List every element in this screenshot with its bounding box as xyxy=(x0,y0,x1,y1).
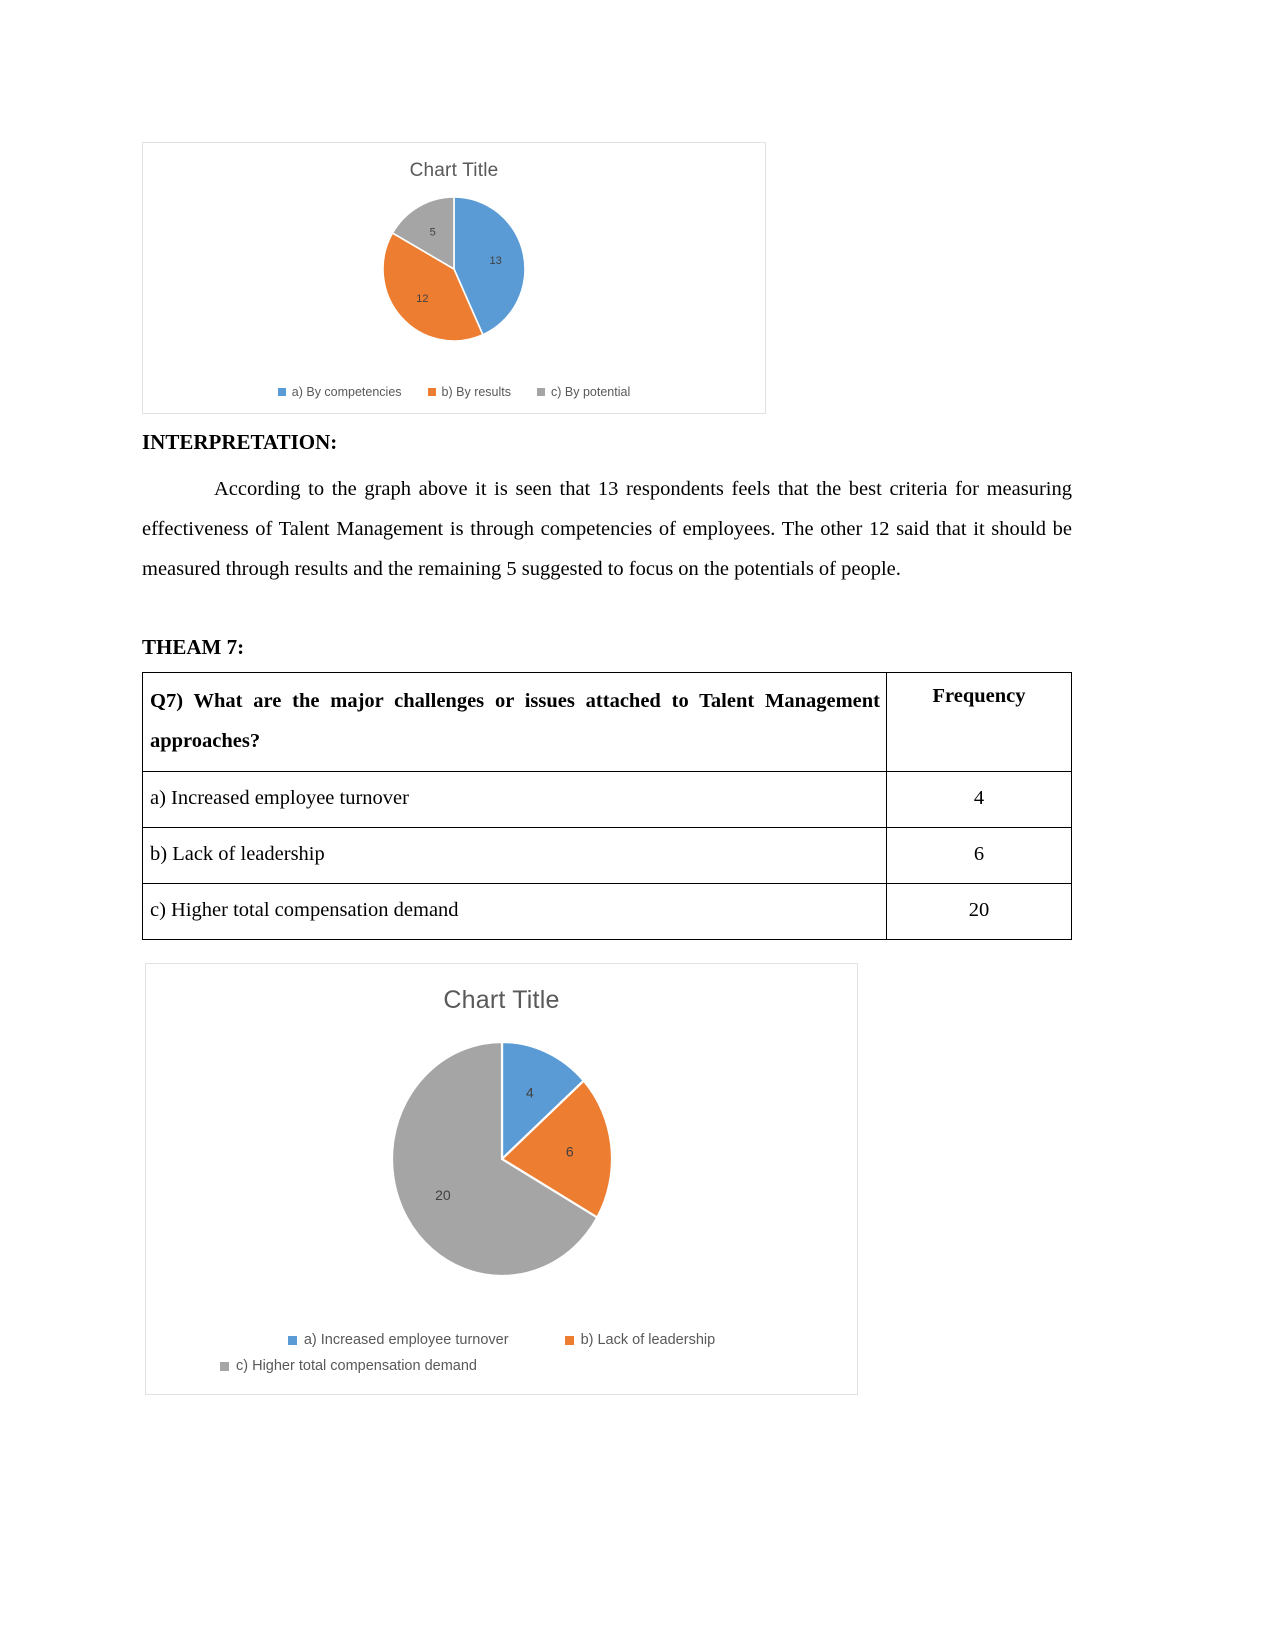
interpretation-heading: INTERPRETATION: xyxy=(142,430,338,454)
pie-slice-label-0: 13 xyxy=(490,255,502,267)
chart-2-pie-graphic: 4 6 20 xyxy=(390,1041,613,1277)
chart-2-title: Chart Title xyxy=(443,986,560,1014)
chart-1-legend-item-b[interactable]: b) By results xyxy=(427,385,512,399)
chart-1-legend-label-c: c) By potential xyxy=(551,385,631,399)
pie-slice-label-2: 20 xyxy=(435,1187,451,1203)
table-question-header: Q7) What are the major challenges or iss… xyxy=(142,672,887,772)
legend-swatch-orange-icon xyxy=(427,388,436,396)
chart-2-legend: a) Increased employee turnover b) Lack o… xyxy=(146,1332,857,1374)
table-frequency-header: Frequency xyxy=(886,672,1072,772)
chart-1-legend-item-a[interactable]: a) By competencies xyxy=(277,385,402,399)
chart-1-pie-graphic: 13 12 5 xyxy=(382,196,526,342)
interpretation-paragraph: According to the graph above it is seen … xyxy=(142,478,1072,580)
pie-slice-label-0: 4 xyxy=(525,1085,533,1101)
table-row: a) Increased employee turnover 4 xyxy=(142,771,1072,828)
theam-7-heading: THEAM 7: xyxy=(142,635,245,659)
chart-1-legend-item-c[interactable]: c) By potential xyxy=(537,385,630,399)
chart-1-legend-label-b: b) By results xyxy=(441,385,512,399)
legend-swatch-gray-icon xyxy=(220,1361,229,1371)
table-cell-option-c: c) Higher total compensation demand xyxy=(142,883,887,940)
chart-2-legend-label-a: a) Increased employee turnover xyxy=(303,1332,509,1348)
legend-swatch-blue-icon xyxy=(277,388,286,396)
pie-slice-label-1: 12 xyxy=(416,293,428,305)
pie-slice-label-2: 5 xyxy=(430,226,436,238)
document-page: Chart Title 13 12 5 a) By competencies b) … xyxy=(0,0,1275,1651)
table-row: b) Lack of leadership 6 xyxy=(142,827,1072,884)
legend-swatch-blue-icon xyxy=(287,1335,297,1345)
chart-2-legend-label-b: b) Lack of leadership xyxy=(580,1332,716,1348)
table-cell-option-a: a) Increased employee turnover xyxy=(142,771,887,828)
pie-chart-1-container: Chart Title 13 12 5 a) By competencies b) … xyxy=(142,142,766,414)
pie-chart-2-container: Chart Title 4 6 20 a) Increased employee t… xyxy=(145,963,858,1395)
chart-2-legend-row-1: a) Increased employee turnover b) Lack o… xyxy=(198,1332,805,1348)
chart-2-plot-area: 4 6 20 xyxy=(146,1041,857,1277)
chart-1-plot-area: 13 12 5 xyxy=(143,194,765,344)
legend-swatch-orange-icon xyxy=(564,1335,574,1345)
chart-1-legend-label-a: a) By competencies xyxy=(291,385,402,399)
pie-slice-label-1: 6 xyxy=(565,1143,573,1159)
chart-2-legend-label-c: c) Higher total compensation demand xyxy=(236,1358,477,1374)
chart-2-legend-row-2: c) Higher total compensation demand xyxy=(198,1358,805,1374)
table-header-row: Q7) What are the major challenges or iss… xyxy=(142,672,1072,772)
frequency-table: Q7) What are the major challenges or iss… xyxy=(142,672,1072,940)
table-cell-frequency-c: 20 xyxy=(886,883,1072,940)
legend-swatch-gray-icon xyxy=(537,388,546,396)
chart-2-legend-item-c[interactable]: c) Higher total compensation demand xyxy=(220,1358,477,1374)
chart-1-legend: a) By competencies b) By results c) By p… xyxy=(143,385,765,399)
table-row: c) Higher total compensation demand 20 xyxy=(142,883,1072,940)
chart-2-legend-item-a[interactable]: a) Increased employee turnover xyxy=(287,1332,509,1348)
table-cell-frequency-a: 4 xyxy=(886,771,1072,828)
chart-2-legend-item-b[interactable]: b) Lack of leadership xyxy=(564,1332,716,1348)
chart-1-title: Chart Title xyxy=(409,160,499,181)
table-cell-frequency-b: 6 xyxy=(886,827,1072,884)
table-cell-option-b: b) Lack of leadership xyxy=(142,827,887,884)
